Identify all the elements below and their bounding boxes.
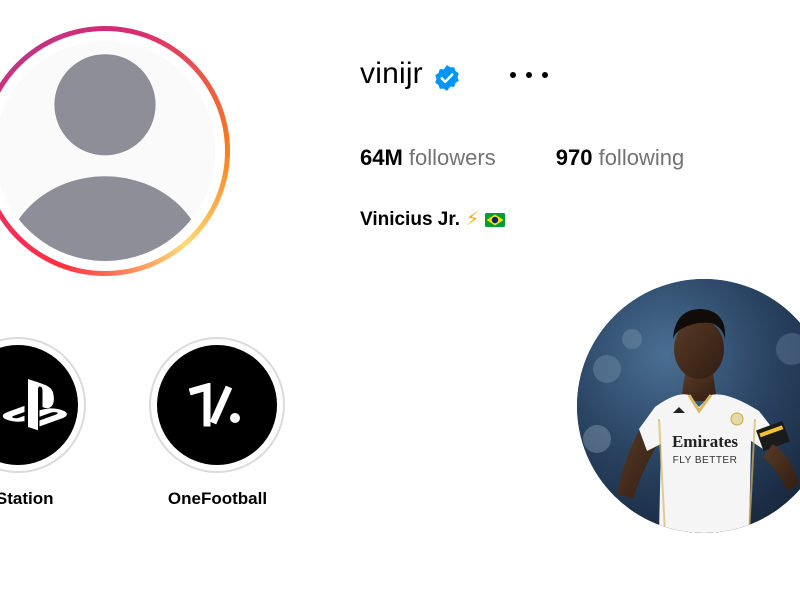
following-label: following (598, 145, 685, 170)
followers-label: followers (408, 145, 496, 170)
jersey-tagline-text: FLY BETTER (673, 455, 738, 466)
more-options-button[interactable] (510, 60, 548, 90)
dot-icon (510, 72, 516, 78)
profile-page: vinijr 64M followers 970 following Vinic… (0, 0, 800, 600)
followers-count: 64M (360, 145, 403, 170)
profile-fullname: Vinicius Jr. ⚡ (360, 208, 506, 231)
highlight-onefootball[interactable] (149, 337, 285, 473)
followers-link[interactable]: 64M followers (360, 145, 496, 171)
playstation-logo-icon (2, 379, 67, 431)
highlight-playstation[interactable] (0, 337, 86, 473)
following-link[interactable]: 970 following (556, 145, 684, 171)
highlight-label-playstation: yStation (0, 489, 54, 508)
brazil-flag-icon (485, 212, 506, 227)
highlight-label-onefootball: OneFootball (167, 489, 268, 508)
profile-username: vinijr (360, 57, 423, 90)
profile-avatar[interactable] (0, 26, 230, 276)
dot-icon (526, 72, 532, 78)
lightning-bolt-icon: ⚡ (465, 209, 480, 230)
default-avatar-icon (0, 41, 215, 261)
following-count: 970 (555, 145, 593, 170)
dot-icon (542, 72, 548, 78)
player-photo: Emirates FLY BETTER (577, 279, 800, 533)
fullname-text: Vinicius Jr. (360, 208, 460, 230)
verified-badge-icon (435, 65, 459, 91)
jersey-sponsor-text: Emirates (672, 432, 738, 451)
onefootball-logo-icon (189, 383, 240, 427)
profile-stats: 64M followers 970 following (360, 145, 684, 171)
